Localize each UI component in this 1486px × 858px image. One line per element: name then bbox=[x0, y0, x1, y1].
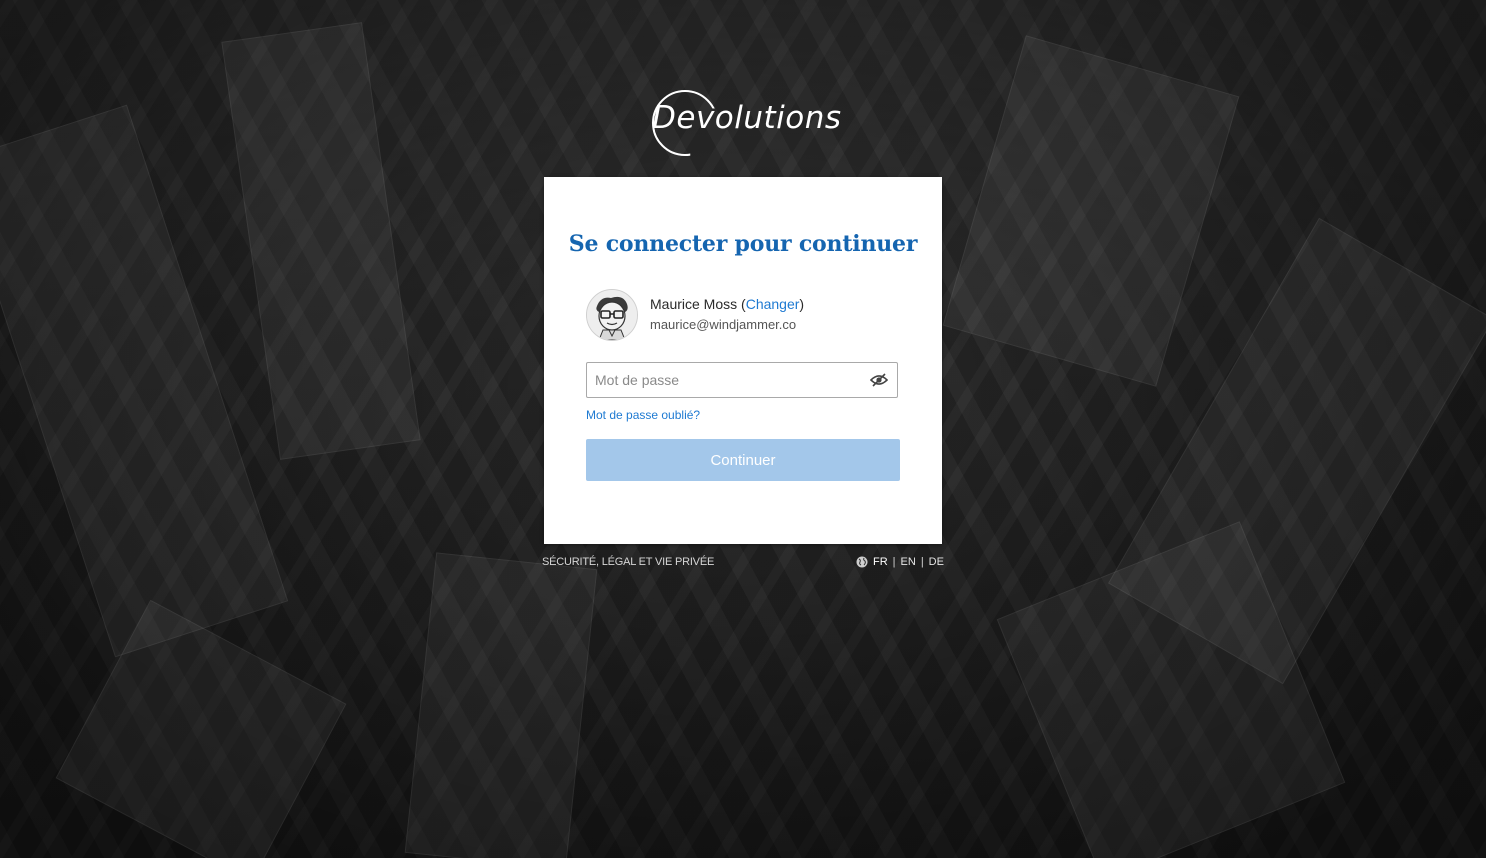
avatar-illustration-icon bbox=[587, 290, 637, 340]
change-paren-close: ) bbox=[799, 296, 805, 312]
logo-text: Devolutions bbox=[652, 100, 842, 136]
password-input[interactable] bbox=[587, 363, 865, 397]
legal-link[interactable]: SÉCURITÉ, LÉGAL ET VIE PRIVÉE bbox=[542, 556, 714, 568]
user-avatar bbox=[586, 289, 638, 341]
page-title: Se connecter pour continuer bbox=[568, 231, 918, 257]
language-en[interactable]: EN bbox=[901, 556, 916, 568]
devolutions-logo: Devolutions bbox=[652, 88, 841, 156]
globe-icon bbox=[856, 556, 868, 568]
change-user-link[interactable]: Changer bbox=[746, 296, 800, 312]
language-separator: | bbox=[892, 556, 896, 568]
forgot-password-link[interactable]: Mot de passe oublié? bbox=[586, 408, 700, 422]
eye-slash-icon[interactable] bbox=[870, 373, 888, 387]
user-email: maurice@windjammer.co bbox=[650, 317, 797, 332]
continue-button[interactable]: Continuer bbox=[586, 439, 900, 481]
language-switcher: FR | EN | DE bbox=[856, 556, 944, 568]
login-card: Se connecter pour continuer Maurice Moss… bbox=[544, 177, 942, 544]
language-fr[interactable]: FR bbox=[873, 556, 888, 568]
user-name-line: Maurice Moss (Changer) bbox=[650, 296, 804, 312]
user-name: Maurice Moss bbox=[650, 296, 738, 312]
password-field[interactable] bbox=[586, 362, 898, 398]
language-separator: | bbox=[920, 556, 924, 568]
language-de[interactable]: DE bbox=[929, 556, 944, 568]
